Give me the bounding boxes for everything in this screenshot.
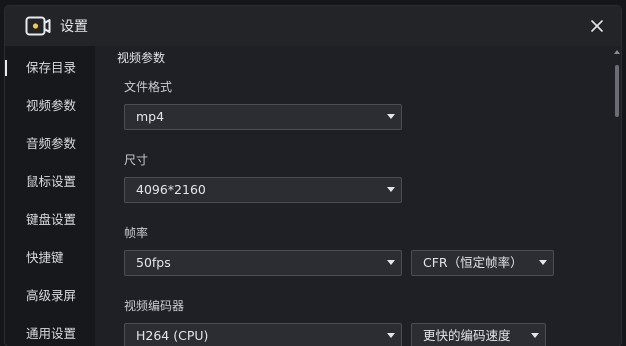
sidebar-item-save-directory[interactable]: 保存目录 — [5, 53, 95, 83]
frame-rate-mode-select[interactable]: CFR（恒定帧率） — [411, 250, 554, 276]
sidebar-item-general-settings[interactable]: 通用设置 — [5, 319, 95, 346]
video-camera-icon — [25, 16, 51, 36]
chevron-down-icon — [387, 260, 395, 265]
section-title: 视频参数 — [117, 51, 166, 65]
sidebar: 保存目录 视频参数 音频参数 鼠标设置 键盘设置 快捷键 高级录屏 通用设置 — [5, 46, 95, 346]
file-format-value: mp4 — [136, 109, 165, 124]
scroll-up-arrow-icon[interactable] — [614, 50, 620, 54]
window-title: 设置 — [60, 19, 88, 35]
chevron-down-icon — [387, 114, 395, 119]
title-bar: 设置 — [5, 6, 621, 46]
close-icon[interactable] — [587, 16, 607, 36]
frame-rate-label: 帧率 — [124, 226, 149, 240]
file-format-label: 文件格式 — [124, 80, 173, 94]
encoder-speed-select[interactable]: 更快的编码速度 — [411, 323, 546, 346]
sidebar-item-hotkeys[interactable]: 快捷键 — [5, 243, 95, 273]
settings-content: 视频参数 文件格式 mp4 尺寸 4096*2160 帧率 50fps CFR（… — [95, 46, 621, 346]
frame-rate-mode-value: CFR（恒定帧率） — [423, 255, 523, 270]
sidebar-item-advanced-recording[interactable]: 高级录屏 — [5, 281, 95, 311]
sidebar-item-mouse-settings[interactable]: 鼠标设置 — [5, 167, 95, 197]
file-format-select[interactable]: mp4 — [124, 104, 402, 130]
sidebar-item-video-params[interactable]: 视频参数 — [5, 91, 95, 121]
frame-rate-select[interactable]: 50fps — [124, 250, 402, 276]
chevron-down-icon — [387, 333, 395, 338]
size-value: 4096*2160 — [136, 182, 206, 197]
size-select[interactable]: 4096*2160 — [124, 177, 402, 203]
sidebar-item-keyboard-settings[interactable]: 键盘设置 — [5, 205, 95, 235]
scrollbar-thumb[interactable] — [615, 65, 619, 117]
encoder-label: 视频编码器 — [124, 299, 185, 313]
chevron-down-icon — [387, 187, 395, 192]
chevron-down-icon — [539, 260, 547, 265]
settings-dialog: 设置 保存目录 视频参数 音频参数 鼠标设置 键盘设置 快捷键 高级录屏 通用设… — [5, 6, 621, 346]
frame-rate-value: 50fps — [136, 255, 171, 270]
size-label: 尺寸 — [124, 153, 149, 167]
encoder-select[interactable]: H264 (CPU) — [124, 323, 402, 346]
chevron-down-icon — [531, 333, 539, 338]
sidebar-item-audio-params[interactable]: 音频参数 — [5, 129, 95, 159]
